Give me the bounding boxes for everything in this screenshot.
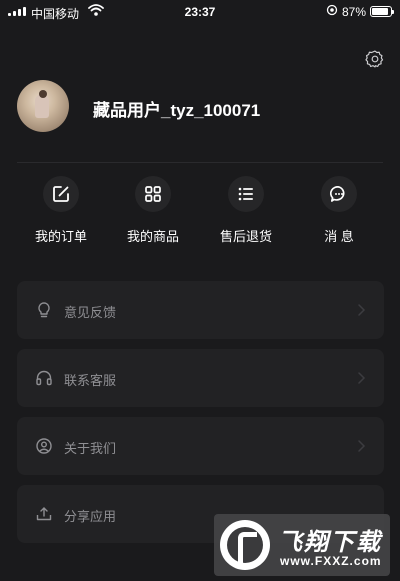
- shortcut-my-orders[interactable]: 我的订单: [16, 175, 106, 245]
- user-circle-icon: [35, 437, 53, 455]
- username: 藏品用户_tyz_100071: [93, 101, 261, 120]
- menu-item-label: 关于我们: [64, 441, 117, 456]
- edit-order-icon: [43, 176, 79, 212]
- lightbulb-icon: [35, 301, 53, 319]
- chevron-right-icon: [356, 371, 366, 385]
- shortcut-my-products[interactable]: 我的商品: [108, 175, 198, 245]
- watermark-logo-icon: [220, 520, 270, 570]
- headphones-icon: [35, 369, 53, 387]
- chevron-right-icon: [356, 303, 366, 317]
- shortcut-label: 我的商品: [126, 229, 179, 244]
- share-upload-icon: [35, 505, 53, 523]
- menu-item-feedback[interactable]: 意见反馈: [17, 281, 384, 339]
- menu-item-about-us[interactable]: 关于我们: [17, 417, 384, 475]
- chevron-right-icon: [356, 439, 366, 453]
- shortcut-row: 我的订单 我的商品 售后退货 消 息: [0, 175, 400, 245]
- divider: [17, 162, 383, 163]
- shortcut-returns[interactable]: 售后退货: [201, 175, 291, 245]
- status-bar: 中国移动 23:37 87%: [0, 0, 400, 24]
- battery-percent: 87%: [341, 4, 366, 19]
- menu-item-label: 联系客服: [64, 373, 117, 388]
- orientation-lock-icon: [326, 4, 338, 19]
- shortcut-label: 我的订单: [34, 229, 87, 244]
- menu-item-label: 意见反馈: [64, 305, 117, 320]
- shortcut-messages[interactable]: 消 息: [294, 175, 384, 245]
- shortcut-label: 售后退货: [219, 229, 272, 244]
- list-icon: [228, 176, 264, 212]
- avatar[interactable]: [17, 80, 69, 132]
- menu-item-customer-service[interactable]: 联系客服: [17, 349, 384, 407]
- gear-icon: [365, 49, 385, 74]
- menu-item-label: 分享应用: [64, 509, 117, 524]
- grid-icon: [135, 176, 171, 212]
- settings-button[interactable]: [364, 50, 386, 72]
- status-right: 87%: [326, 4, 394, 19]
- shortcut-label: 消 息: [324, 229, 354, 244]
- watermark-title: 飞翔下载: [278, 529, 382, 556]
- watermark: 飞翔下载 www.FXXZ.com: [214, 514, 390, 576]
- message-icon: [321, 176, 357, 212]
- battery-icon: [370, 6, 394, 17]
- watermark-url: www.FXXZ.com: [280, 554, 382, 568]
